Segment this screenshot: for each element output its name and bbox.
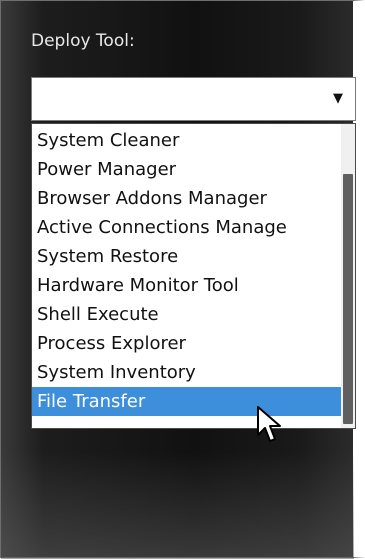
deploy-tool-select[interactable]: ▼ (31, 77, 356, 121)
deploy-tool-panel: Deploy Tool: ▼ System Cleaner Power Mana… (0, 0, 365, 559)
deploy-tool-label: Deploy Tool: (31, 31, 135, 51)
option-browser-addons-manager[interactable]: Browser Addons Manager (32, 184, 341, 213)
mouse-pointer-icon (257, 406, 281, 442)
panel-bottom-gradient (1, 451, 354, 559)
scrollbar-thumb[interactable] (343, 174, 353, 424)
option-system-restore[interactable]: System Restore (32, 242, 341, 271)
option-hardware-monitor-tool[interactable]: Hardware Monitor Tool (32, 271, 341, 300)
option-process-explorer[interactable]: Process Explorer (32, 329, 341, 358)
option-file-transfer[interactable]: File Transfer (32, 387, 341, 416)
option-shell-execute[interactable]: Shell Execute (32, 300, 341, 329)
option-active-connections-manager[interactable]: Active Connections Manage (32, 213, 341, 242)
option-system-inventory[interactable]: System Inventory (32, 358, 341, 387)
triangle-down-icon[interactable]: ▼ (333, 92, 343, 106)
option-power-manager[interactable]: Power Manager (32, 155, 341, 184)
deploy-tool-options-list[interactable]: System Cleaner Power Manager Browser Add… (31, 123, 356, 429)
list-scrollbar[interactable] (341, 124, 355, 428)
option-system-cleaner[interactable]: System Cleaner (32, 126, 341, 155)
